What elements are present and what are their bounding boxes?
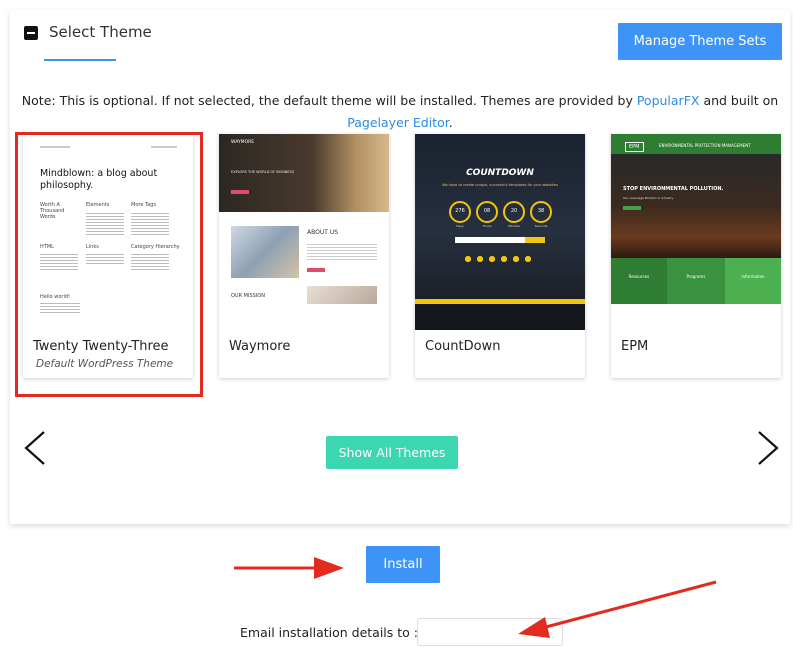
theme-thumbnail: EPM ENVIRONMENTAL PROTECTION MANAGEMENT … xyxy=(611,134,781,330)
preview-header: ENVIRONMENTAL PROTECTION MANAGEMENT xyxy=(659,143,751,148)
email-field[interactable] xyxy=(417,618,563,646)
preview-mission: OUR MISSION xyxy=(231,293,265,299)
email-label: Email installation details to : xyxy=(240,625,418,640)
preview-unit: Days xyxy=(456,224,464,228)
preview-hero-sub: Our Greenage Brilliant is Industry xyxy=(623,196,674,200)
chevron-left-icon[interactable] xyxy=(22,428,48,468)
chevron-right-icon[interactable] xyxy=(755,428,781,468)
preview-count: 08 xyxy=(483,208,491,214)
preview-tile: Programs xyxy=(686,274,706,279)
preview-count: 20 xyxy=(510,208,518,214)
preview-tile: Resources xyxy=(628,274,650,279)
install-button[interactable]: Install xyxy=(366,546,440,583)
preview-tile: Information xyxy=(741,274,765,279)
theme-thumbnail: COUNTDOWN We have to create unique, succ… xyxy=(415,134,585,330)
note-suffix: . xyxy=(448,115,453,130)
theme-card-countdown[interactable]: COUNTDOWN We have to create unique, succ… xyxy=(415,134,585,378)
title-underline xyxy=(44,59,116,61)
theme-note: Note: This is optional. If not selected,… xyxy=(10,90,790,134)
preview-subtitle: We have to create unique, successful tem… xyxy=(442,183,558,187)
preview-hero: EXPLORE THE WORLD OF BUSINESS xyxy=(231,170,294,174)
theme-name: CountDown xyxy=(425,339,501,354)
preview-count: 276 xyxy=(455,208,465,214)
note-text-middle: and built on xyxy=(703,93,779,108)
show-all-themes-button[interactable]: Show All Themes xyxy=(326,436,458,469)
theme-name: Waymore xyxy=(229,339,291,354)
theme-card-epm[interactable]: EPM ENVIRONMENTAL PROTECTION MANAGEMENT … xyxy=(611,134,781,378)
preview-unit: Hours xyxy=(482,224,492,228)
preview-hero: STOP ENVIRONMENTAL POLLUTION. xyxy=(623,186,724,192)
preview-about: ABOUT US xyxy=(307,229,339,236)
theme-card-waymore[interactable]: WAYMORE EXPLORE THE WORLD OF BUSINESS AB… xyxy=(219,134,389,378)
preview-logo: EPM xyxy=(625,142,644,152)
preview-unit: Minutes xyxy=(508,224,520,228)
panel-title: Select Theme xyxy=(49,23,152,41)
preview-title: COUNTDOWN xyxy=(466,168,534,178)
pagelayer-link[interactable]: Pagelayer Editor xyxy=(347,115,448,130)
popularfx-link[interactable]: PopularFX xyxy=(637,93,700,108)
theme-thumbnail: WAYMORE EXPLORE THE WORLD OF BUSINESS AB… xyxy=(219,134,389,330)
collapse-icon[interactable] xyxy=(24,26,38,40)
preview-unit: Seconds xyxy=(534,224,548,228)
selection-highlight xyxy=(15,132,203,397)
preview-brand: WAYMORE xyxy=(231,140,255,145)
manage-theme-sets-button[interactable]: Manage Theme Sets xyxy=(618,23,782,60)
preview-count: 38 xyxy=(537,208,545,214)
note-text: Note: This is optional. If not selected,… xyxy=(21,93,633,108)
theme-name: EPM xyxy=(621,339,649,354)
